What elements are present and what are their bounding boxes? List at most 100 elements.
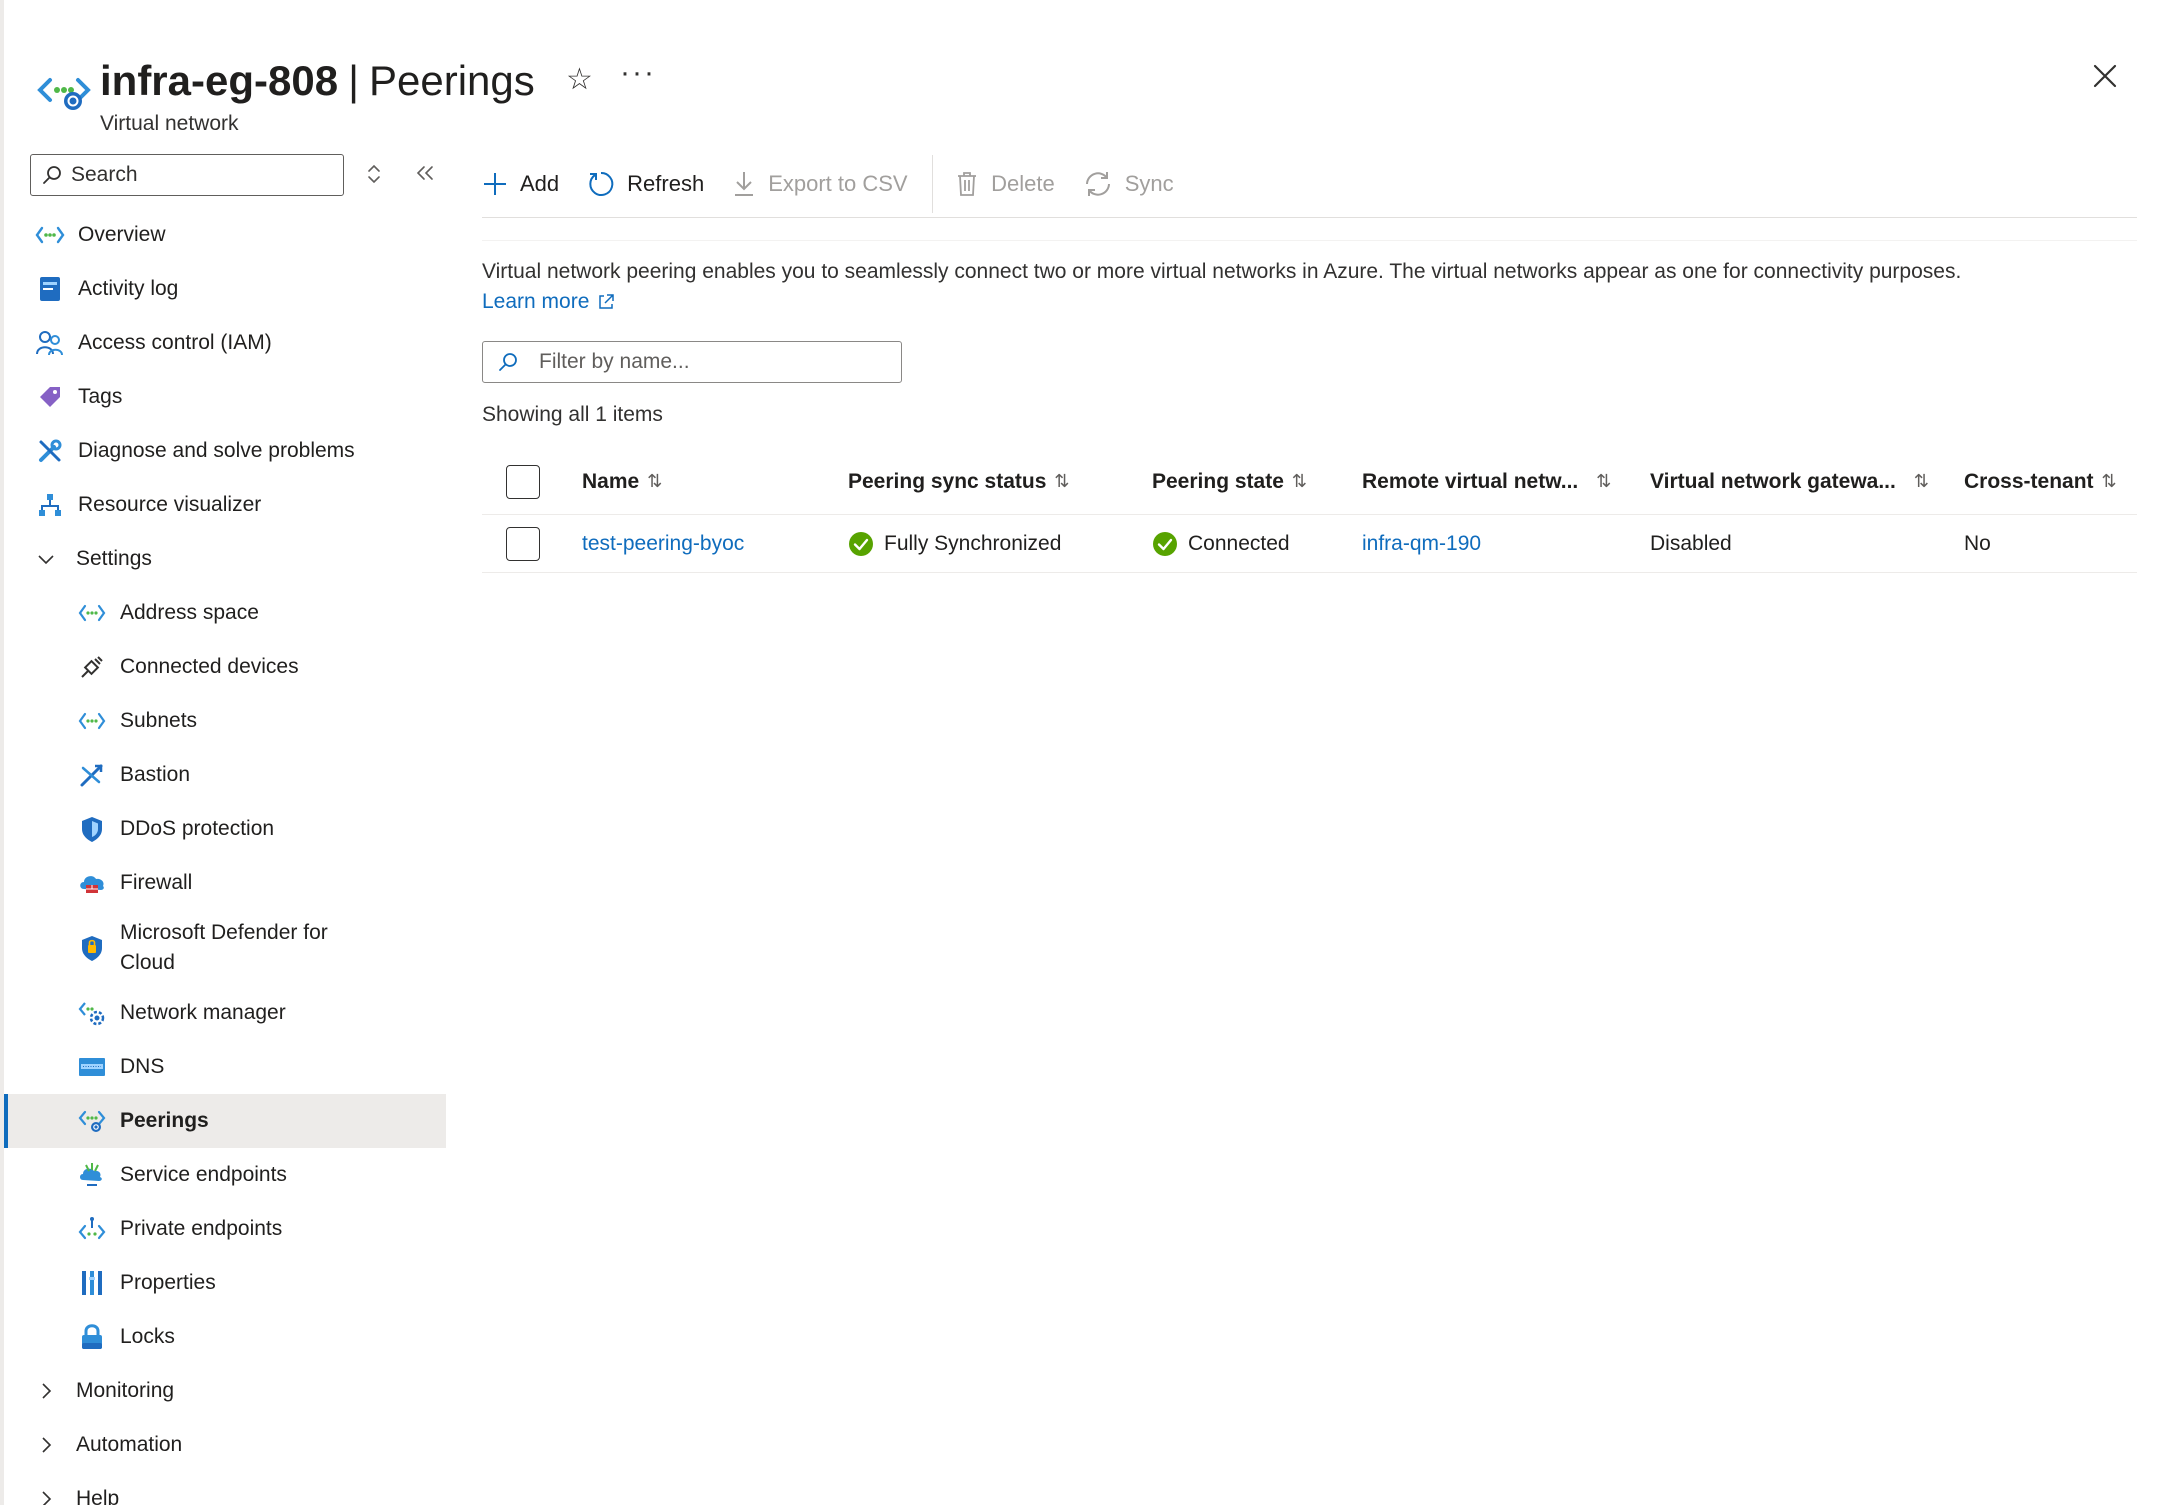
item-count: Showing all 1 items bbox=[482, 403, 663, 426]
menu-group-monitoring[interactable]: Monitoring bbox=[4, 1364, 446, 1418]
menu-group-help[interactable]: Help bbox=[4, 1472, 446, 1505]
sort-icon: ⇅ bbox=[1291, 471, 1307, 491]
select-all-checkbox[interactable] bbox=[506, 464, 540, 499]
menu-item-label: Properties bbox=[120, 1271, 216, 1294]
refresh-button[interactable]: Refresh bbox=[587, 162, 704, 206]
menu-item-label: Diagnose and solve problems bbox=[78, 439, 355, 462]
success-check-icon bbox=[1153, 531, 1177, 556]
column-header-gateway[interactable]: Virtual network gatewa... ⇅ bbox=[1650, 449, 1929, 514]
export-csv-button[interactable]: Export to CSV bbox=[732, 162, 908, 206]
sync-button[interactable]: Sync bbox=[1083, 162, 1174, 206]
expand-collapse-all-icon[interactable] bbox=[364, 162, 384, 186]
export-label: Export to CSV bbox=[768, 170, 908, 196]
menu-item-locks[interactable]: Locks bbox=[4, 1310, 446, 1364]
menu-group-automation[interactable]: Automation bbox=[4, 1418, 446, 1472]
favorite-star-icon[interactable]: ☆ bbox=[566, 62, 593, 97]
menu-item-label: Tags bbox=[78, 385, 123, 408]
cell-gateway: Disabled bbox=[1650, 515, 1732, 572]
row-checkbox[interactable] bbox=[506, 526, 540, 561]
plus-icon bbox=[484, 172, 506, 195]
delete-button[interactable]: Delete bbox=[955, 162, 1055, 206]
menu-item-label: Access control (IAM) bbox=[78, 331, 272, 354]
menu-item-firewall[interactable]: Firewall bbox=[4, 856, 446, 910]
menu-item-label: Locks bbox=[120, 1325, 175, 1348]
menu-item-private-endpoints[interactable]: Private endpoints bbox=[4, 1202, 446, 1256]
sort-icon: ⇅ bbox=[2101, 471, 2117, 491]
resource-menu: Overview Activity log Access control (IA… bbox=[4, 150, 446, 1505]
menu-item-tags[interactable]: Tags bbox=[4, 370, 446, 424]
download-icon bbox=[735, 171, 754, 196]
menu-item-address-space[interactable]: Address space bbox=[4, 586, 446, 640]
chevron-right-icon bbox=[34, 1379, 58, 1403]
sort-icon: ⇅ bbox=[1054, 471, 1070, 491]
sync-label: Sync bbox=[1124, 170, 1174, 196]
column-label: Peering sync status bbox=[848, 469, 1047, 493]
column-header-remote-vnet[interactable]: Remote virtual netw... ⇅ bbox=[1362, 449, 1611, 514]
menu-item-label: Connected devices bbox=[120, 655, 299, 678]
filter-box[interactable] bbox=[482, 341, 902, 383]
menu-item-resource-visualizer[interactable]: Resource visualizer bbox=[4, 478, 446, 532]
column-label: Name bbox=[582, 469, 640, 493]
menu-item-service-endpoints[interactable]: Service endpoints bbox=[4, 1148, 446, 1202]
column-header-peering-state[interactable]: Peering state ⇅ bbox=[1152, 449, 1307, 514]
subnets-icon bbox=[76, 705, 108, 737]
menu-item-label: Firewall bbox=[120, 871, 193, 894]
menu-item-peerings[interactable]: Peerings bbox=[4, 1094, 446, 1148]
sort-icon: ⇅ bbox=[647, 471, 663, 491]
menu-item-bastion[interactable]: Bastion bbox=[4, 748, 446, 802]
activity-log-icon bbox=[34, 273, 66, 305]
menu-item-access-control[interactable]: Access control (IAM) bbox=[4, 316, 446, 370]
cross-tenant-text: No bbox=[1964, 531, 1991, 555]
defender-icon bbox=[76, 932, 108, 964]
close-icon[interactable] bbox=[2085, 56, 2125, 96]
menu-item-label: Private endpoints bbox=[120, 1217, 283, 1240]
chevron-down-icon bbox=[34, 547, 58, 571]
column-header-name[interactable]: Name ⇅ bbox=[582, 449, 662, 514]
menu-item-properties[interactable]: Properties bbox=[4, 1256, 446, 1310]
virtual-network-icon bbox=[37, 78, 91, 110]
menu-item-activity-log[interactable]: Activity log bbox=[4, 262, 446, 316]
menu-item-overview[interactable]: Overview bbox=[4, 208, 446, 262]
menu-item-label: Monitoring bbox=[76, 1379, 175, 1402]
sync-status-text: Fully Synchronized bbox=[884, 531, 1062, 555]
network-manager-icon bbox=[76, 997, 108, 1029]
sync-icon bbox=[1085, 171, 1110, 196]
column-header-sync-status[interactable]: Peering sync status ⇅ bbox=[848, 449, 1070, 514]
external-link-icon bbox=[599, 294, 615, 309]
learn-more-link[interactable]: Learn more bbox=[482, 287, 615, 317]
menu-item-label: Network manager bbox=[120, 1001, 286, 1024]
menu-item-subnets[interactable]: Subnets bbox=[4, 694, 446, 748]
refresh-icon bbox=[589, 171, 614, 196]
menu-item-connected-devices[interactable]: Connected devices bbox=[4, 640, 446, 694]
menu-item-label: Automation bbox=[76, 1433, 183, 1456]
menu-item-ddos-protection[interactable]: DDoS protection bbox=[4, 802, 446, 856]
command-bar: Add Refresh Export to CSV Delete Sync bbox=[482, 150, 2137, 218]
row-select-cell bbox=[506, 515, 540, 572]
more-options-button[interactable]: ··· bbox=[620, 56, 656, 90]
blade-header: infra-eg-808 | Peerings Virtual network ☆ … bbox=[32, 48, 2125, 138]
menu-item-defender[interactable]: Microsoft Defender for Cloud bbox=[4, 910, 446, 986]
toolbar-divider bbox=[931, 154, 934, 213]
column-header-cross-tenant[interactable]: Cross-tenant ⇅ bbox=[1964, 449, 2117, 514]
menu-search-box[interactable] bbox=[30, 154, 344, 196]
peering-name-link[interactable]: test-peering-byoc bbox=[582, 532, 744, 556]
menu-item-label: Service endpoints bbox=[120, 1163, 287, 1186]
private-endpoints-icon bbox=[76, 1213, 108, 1245]
title-block: infra-eg-808 | Peerings Virtual network bbox=[100, 54, 535, 136]
main-content: Add Refresh Export to CSV Delete Sync Vi… bbox=[482, 150, 2137, 573]
sort-icon: ⇅ bbox=[1596, 471, 1612, 491]
remote-vnet-link[interactable]: infra-qm-190 bbox=[1362, 532, 1481, 556]
filter-input[interactable] bbox=[539, 350, 899, 374]
menu-item-network-manager[interactable]: Network manager bbox=[4, 986, 446, 1040]
menu-item-dns[interactable]: DNS bbox=[4, 1040, 446, 1094]
menu-item-label: Microsoft Defender for Cloud bbox=[120, 921, 328, 974]
column-label: Virtual network gatewa... bbox=[1650, 469, 1896, 493]
menu-group-settings[interactable]: Settings bbox=[4, 532, 446, 586]
collapse-menu-icon[interactable] bbox=[412, 160, 438, 186]
success-check-icon bbox=[849, 531, 873, 556]
menu-item-label: Resource visualizer bbox=[78, 493, 262, 516]
menu-search-input[interactable] bbox=[71, 163, 331, 187]
menu-item-diagnose[interactable]: Diagnose and solve problems bbox=[4, 424, 446, 478]
add-button[interactable]: Add bbox=[482, 162, 559, 206]
table-row[interactable]: test-peering-byoc Fully Synchronized Con… bbox=[482, 515, 2137, 573]
